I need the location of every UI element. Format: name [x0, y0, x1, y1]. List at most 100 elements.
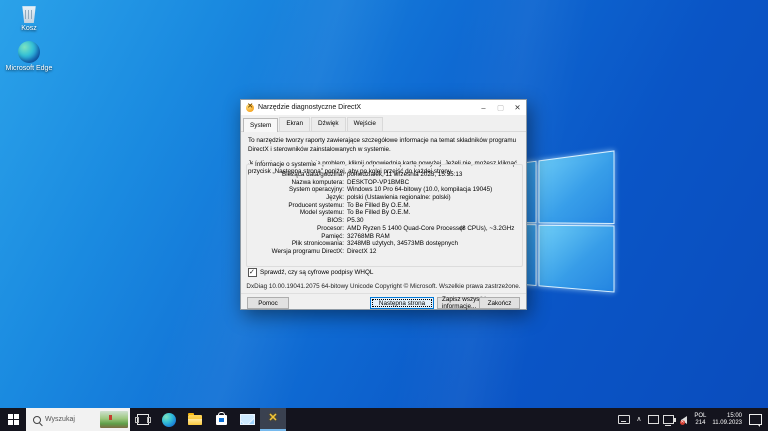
info-value: 32768MB RAM	[347, 233, 460, 241]
system-info-rows: Bieżąca data/godzina: poniedziałek, 11 w…	[247, 171, 522, 256]
dxdiag-app-icon	[246, 104, 254, 112]
button-separator	[241, 293, 526, 294]
taskbar-file-explorer-button[interactable]	[182, 408, 208, 431]
volume-muted-button[interactable]	[676, 416, 691, 424]
info-value: P5.30	[347, 217, 460, 225]
info-value: 3248MB użytych, 34573MB dostępnych	[347, 240, 460, 248]
next-page-button[interactable]: Następna strona	[370, 297, 434, 309]
windows-start-icon	[8, 414, 19, 425]
info-value: AMD Ryzen 5 1400 Quad-Core Processor	[347, 225, 460, 233]
start-button[interactable]	[0, 408, 26, 431]
groupbox-title: Informacje o systemie	[253, 161, 318, 168]
info-label: Bieżąca data/godzina:	[247, 171, 347, 179]
info-label: Wersja programu DirectX:	[247, 248, 347, 256]
whql-checkbox-row[interactable]: Sprawdź, czy są cyfrowe podpisy WHQL	[248, 268, 373, 277]
clock-date: 11.09.2023	[712, 420, 742, 427]
action-center-button[interactable]	[749, 414, 762, 425]
task-view-button[interactable]	[130, 408, 156, 431]
info-row: Model systemu: To Be Filled By O.E.M.	[247, 209, 522, 217]
taskbar: Wyszukaj ✕ ∧ POL 214 15:00 11.09.2023	[0, 408, 768, 431]
info-value: poniedziałek, 11 września 2023, 15:55:13	[347, 171, 460, 179]
speaker-muted-icon	[681, 416, 687, 424]
desktop-icon-label: Kosz	[0, 25, 58, 32]
info-value: Windows 10 Pro 64-bitowy (10.0, kompilac…	[347, 186, 460, 194]
minimize-button[interactable]: –	[475, 100, 492, 115]
close-button[interactable]: ✕	[509, 100, 526, 115]
help-button[interactable]: Pomoc	[247, 297, 289, 309]
whql-checkbox-label: Sprawdź, czy są cyfrowe podpisy WHQL	[260, 269, 373, 276]
edge-icon	[18, 41, 40, 63]
info-value: DirectX 12	[347, 248, 460, 256]
checkbox-checked-icon[interactable]	[248, 268, 257, 277]
info-row: Pamięć: 32768MB RAM	[247, 233, 522, 241]
mail-icon	[240, 414, 255, 425]
clock-time: 15:00	[712, 413, 742, 420]
language-indicator[interactable]: POL 214	[691, 413, 709, 427]
info-label: Język:	[247, 194, 347, 202]
info-extra: (8 CPUs), ~3.2GHz	[460, 225, 514, 233]
desktop: { "desktop": { "icons": [ { "label": "Ko…	[0, 0, 768, 431]
info-label: Model systemu:	[247, 209, 347, 217]
titlebar[interactable]: Narzędzie diagnostyczne DirectX – ▢ ✕	[241, 100, 526, 115]
maximize-button: ▢	[492, 100, 509, 115]
tray-display-button[interactable]	[646, 415, 661, 424]
info-row: Plik stronicowania: 3248MB użytych, 3457…	[247, 240, 522, 248]
keyboard-layout-code: 214	[694, 420, 706, 427]
info-row: BIOS: P5.30	[247, 217, 522, 225]
dxdiag-window: Narzędzie diagnostyczne DirectX – ▢ ✕ Sy…	[240, 99, 527, 310]
info-label: System operacyjny:	[247, 186, 347, 194]
desktop-icon-recycle-bin[interactable]: Kosz	[0, 4, 58, 32]
search-highlight-image[interactable]	[100, 411, 128, 428]
info-row: Producent systemu: To Be Filled By O.E.M…	[247, 202, 522, 210]
touch-keyboard-button[interactable]	[616, 415, 631, 424]
exit-button[interactable]: Zakończ	[479, 297, 520, 309]
display-icon	[648, 415, 659, 424]
taskbar-edge-button[interactable]	[156, 408, 182, 431]
info-value: To Be Filled By O.E.M.	[347, 202, 460, 210]
tab[interactable]: Wejście	[347, 117, 383, 131]
info-row: Wersja programu DirectX: DirectX 12	[247, 248, 522, 256]
info-label: Procesor:	[247, 225, 347, 233]
taskbar-store-button[interactable]	[208, 408, 234, 431]
system-info-groupbox: Informacje o systemie Bieżąca data/godzi…	[246, 164, 523, 267]
tab[interactable]: Ekran	[279, 117, 310, 131]
window-title: Narzędzie diagnostyczne DirectX	[258, 104, 475, 111]
info-value: polski (Ustawienia regionalne: polski)	[347, 194, 460, 202]
info-value: To Be Filled By O.E.M.	[347, 209, 460, 217]
tab[interactable]: System	[243, 118, 278, 132]
tab-bar: SystemEkranDźwiękWejście	[241, 115, 526, 132]
info-label: Pamięć:	[247, 233, 347, 241]
tab[interactable]: Dźwięk	[311, 117, 346, 131]
dxdiag-version-line: DxDiag 10.00.19041.2075 64-bitowy Unicod…	[241, 283, 526, 290]
info-row: Procesor: AMD Ryzen 5 1400 Quad-Core Pro…	[247, 225, 522, 233]
info-row: System operacyjny: Windows 10 Pro 64-bit…	[247, 186, 522, 194]
microsoft-store-icon	[216, 415, 227, 425]
search-placeholder: Wyszukaj	[45, 416, 100, 423]
recycle-bin-icon	[21, 4, 37, 23]
info-label: BIOS:	[247, 217, 347, 225]
dxdiag-app-icon: ✕	[268, 413, 277, 424]
info-row: Nazwa komputera: DESKTOP-VP1BMBC	[247, 179, 522, 187]
taskbar-spacer	[286, 408, 616, 431]
task-view-icon	[137, 414, 149, 425]
info-row: Język: polski (Ustawienia regionalne: po…	[247, 194, 522, 202]
info-label: Nazwa komputera:	[247, 179, 347, 187]
taskbar-dxdiag-active-button[interactable]: ✕	[260, 408, 286, 431]
chevron-up-icon: ∧	[636, 415, 641, 423]
desktop-icon-microsoft-edge[interactable]: Microsoft Edge	[0, 41, 58, 72]
info-value: DESKTOP-VP1BMBC	[347, 179, 460, 187]
info-row: Bieżąca data/godzina: poniedziałek, 11 w…	[247, 171, 522, 179]
intro-paragraph-1: To narzędzie tworzy raporty zawierające …	[248, 137, 519, 155]
search-box[interactable]: Wyszukaj	[26, 408, 130, 431]
info-label: Producent systemu:	[247, 202, 347, 210]
show-hidden-icons-button[interactable]: ∧	[631, 416, 646, 424]
clock[interactable]: 15:00 11.09.2023	[709, 413, 745, 427]
touch-keyboard-icon	[618, 415, 630, 424]
desktop-icon-label: Microsoft Edge	[0, 65, 58, 72]
taskbar-mail-button[interactable]	[234, 408, 260, 431]
language-code: POL	[694, 413, 706, 420]
file-explorer-icon	[188, 415, 202, 425]
edge-icon	[162, 413, 176, 427]
info-label: Plik stronicowania:	[247, 240, 347, 248]
system-tray: ∧ POL 214 15:00 11.09.2023	[616, 408, 768, 431]
